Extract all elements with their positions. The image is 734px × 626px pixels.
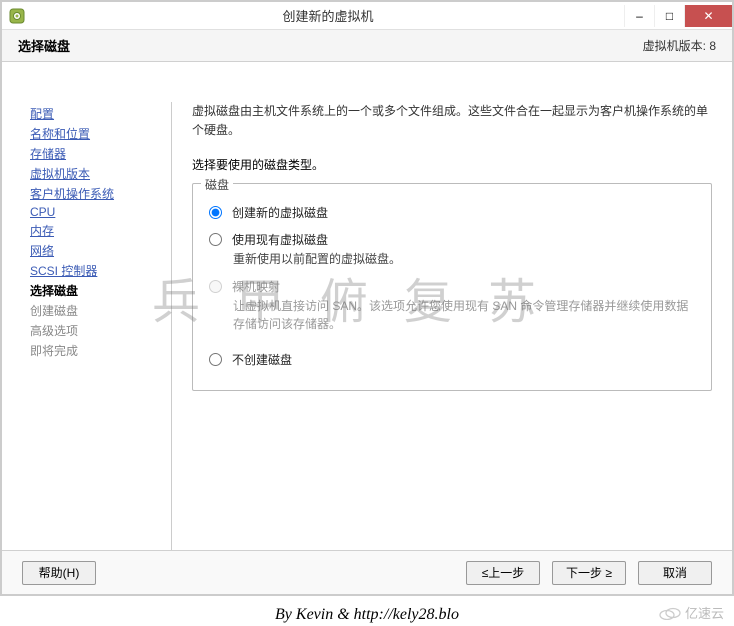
prompt-text: 选择要使用的磁盘类型。	[192, 156, 712, 173]
close-button[interactable]: ✕	[684, 5, 732, 27]
option-create-new: 创建新的虚拟磁盘	[209, 204, 695, 221]
option-use-existing: 使用现有虚拟磁盘	[209, 231, 695, 248]
sub-raw-mapping: 让虚拟机直接访问 SAN。该选项允许您使用现有 SAN 命令管理存储器并继续使用…	[233, 297, 695, 333]
brand-text: 亿速云	[685, 603, 724, 622]
content-panel: 虚拟磁盘由主机文件系统上的一个或多个文件组成。这些文件合在一起显示为客户机操作系…	[172, 102, 732, 550]
header-strip: 选择磁盘 虚拟机版本: 8	[2, 30, 732, 62]
radio-use-existing[interactable]	[209, 233, 222, 246]
page-title: 选择磁盘	[18, 36, 70, 55]
help-button[interactable]: 帮助(H)	[22, 561, 96, 585]
sidebar-item-vm-version[interactable]: 虚拟机版本	[30, 165, 171, 182]
sidebar-item-guest-os[interactable]: 客户机操作系统	[30, 185, 171, 202]
sidebar-item-network[interactable]: 网络	[30, 242, 171, 259]
sidebar-item-storage[interactable]: 存储器	[30, 145, 171, 162]
sidebar-item-memory[interactable]: 内存	[30, 222, 171, 239]
sidebar-item-advanced: 高级选项	[30, 322, 171, 339]
credit-text: By Kevin & http://kely28.blo	[0, 606, 734, 624]
maximize-button[interactable]: □	[654, 5, 684, 27]
radio-raw-mapping	[209, 280, 222, 293]
group-legend: 磁盘	[201, 176, 233, 193]
titlebar: 创建新的虚拟机 – □ ✕	[2, 2, 732, 30]
sub-use-existing: 重新使用以前配置的虚拟磁盘。	[233, 250, 695, 268]
option-no-disk: 不创建磁盘	[209, 351, 695, 368]
wizard-footer: 帮助(H) ≤上一步 下一步 ≥ 取消	[2, 550, 732, 594]
sidebar-item-config[interactable]: 配置	[30, 105, 171, 122]
app-icon	[8, 7, 26, 25]
sidebar-item-finish: 即将完成	[30, 342, 171, 359]
next-button[interactable]: 下一步 ≥	[552, 561, 626, 585]
cancel-button[interactable]: 取消	[638, 561, 712, 585]
label-use-existing: 使用现有虚拟磁盘	[232, 231, 328, 248]
label-raw-mapping: 裸机映射	[232, 278, 280, 295]
vm-version-label: 虚拟机版本: 8	[643, 37, 716, 54]
sidebar-item-cpu[interactable]: CPU	[30, 205, 171, 219]
brand-logo: 亿速云	[659, 603, 724, 622]
minimize-button[interactable]: –	[624, 5, 654, 27]
radio-create-new[interactable]	[209, 206, 222, 219]
sidebar-item-select-disk: 选择磁盘	[30, 282, 171, 299]
disk-group: 磁盘 创建新的虚拟磁盘 使用现有虚拟磁盘 重新使用以前配置的虚拟磁盘。 裸机映射…	[192, 183, 712, 391]
sidebar-item-scsi[interactable]: SCSI 控制器	[30, 262, 171, 279]
option-raw-mapping: 裸机映射	[209, 278, 695, 295]
label-no-disk: 不创建磁盘	[232, 351, 292, 368]
description-text: 虚拟磁盘由主机文件系统上的一个或多个文件组成。这些文件合在一起显示为客户机操作系…	[192, 102, 712, 140]
label-create-new: 创建新的虚拟磁盘	[232, 204, 328, 221]
back-button[interactable]: ≤上一步	[466, 561, 540, 585]
sidebar-item-create-disk: 创建磁盘	[30, 302, 171, 319]
wizard-sidebar: 配置 名称和位置 存储器 虚拟机版本 客户机操作系统 CPU 内存 网络 SCS…	[2, 102, 172, 550]
window-title: 创建新的虚拟机	[32, 6, 624, 25]
sidebar-item-name-location[interactable]: 名称和位置	[30, 125, 171, 142]
radio-no-disk[interactable]	[209, 353, 222, 366]
